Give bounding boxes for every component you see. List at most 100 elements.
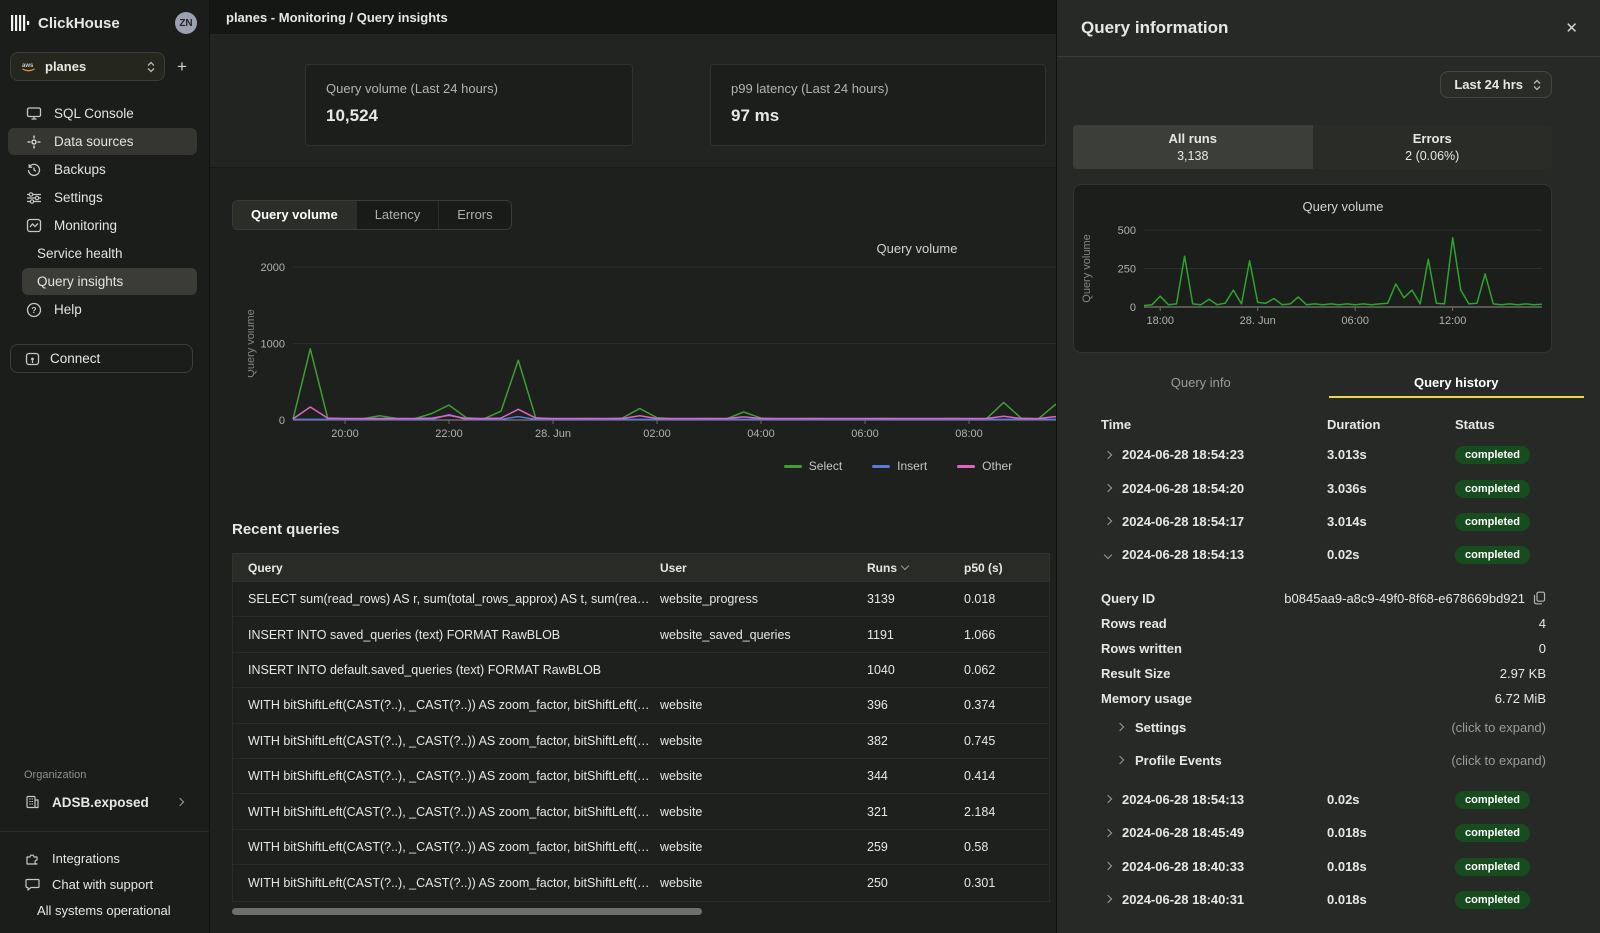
sidebar-item-monitoring[interactable]: Monitoring <box>8 212 197 239</box>
sidebar-item-label: Backups <box>54 162 106 177</box>
column-header-user[interactable]: User <box>660 561 867 575</box>
x-tick-label: 06:00 <box>851 428 879 440</box>
history-row[interactable]: 2024-06-28 18:40:330.018scompleted <box>1073 849 1584 882</box>
table-cell: 259 <box>867 840 964 854</box>
tab-query-info[interactable]: Query info <box>1073 371 1329 398</box>
sidebar-item-backups[interactable]: Backups <box>8 156 197 183</box>
sidebar-item-system-status[interactable]: All systems operational <box>0 897 209 923</box>
panel-chart-svg[interactable]: Query volumeQuery volume025050018:0028. … <box>1074 185 1552 335</box>
table-row[interactable]: INSERT INTO saved_queries (text) FORMAT … <box>233 617 1049 652</box>
stat-value: 97 ms <box>731 106 1025 126</box>
chevron-right-icon[interactable] <box>1104 862 1112 870</box>
column-header-duration: Duration <box>1327 417 1455 432</box>
expandable-label: Settings <box>1135 720 1186 735</box>
column-header-p50[interactable]: p50 (s) <box>964 561 1049 575</box>
sidebar-item-chat-support[interactable]: Chat with support <box>0 871 209 897</box>
legend-item-other[interactable]: Other <box>957 459 1012 473</box>
table-row[interactable]: WITH bitShiftLeft(CAST(?..), _CAST(?..))… <box>233 688 1049 723</box>
horizontal-scrollbar[interactable] <box>232 908 702 915</box>
sidebar-item-settings[interactable]: Settings <box>8 184 197 211</box>
tab-query-history[interactable]: Query history <box>1329 371 1585 398</box>
chevron-right-icon[interactable] <box>1104 484 1112 492</box>
y-tick-label: 0 <box>1130 302 1136 314</box>
status-badge: completed <box>1455 446 1530 464</box>
service-row: aws planes + <box>10 52 199 81</box>
brand-row: ClickHouse ZN <box>0 8 209 40</box>
recent-queries-table: Query User Runs p50 (s) SELECT sum(read_… <box>232 553 1050 902</box>
sidebar-item-integrations[interactable]: Integrations <box>0 845 209 871</box>
table-row[interactable]: WITH bitShiftLeft(CAST(?..), _CAST(?..))… <box>233 794 1049 829</box>
runs-errors-segmented-control: All runs 3,138 Errors 2 (0.06%) <box>1073 125 1552 169</box>
table-row[interactable]: INSERT INTO default.saved_queries (text)… <box>233 653 1049 688</box>
sidebar-item-label: Help <box>54 302 82 317</box>
history-row[interactable]: 2024-06-28 18:54:203.036scompleted <box>1073 471 1584 504</box>
sidebar-item-help[interactable]: ? Help <box>8 296 197 323</box>
time-range-dropdown[interactable]: Last 24 hrs <box>1440 71 1552 98</box>
x-tick-label: 08:00 <box>955 428 983 440</box>
table-cell: website <box>660 876 867 890</box>
legend-item-insert[interactable]: Insert <box>872 459 927 473</box>
history-row[interactable]: 2024-06-28 18:40:310.018scompleted <box>1073 883 1584 916</box>
chevron-right-icon[interactable] <box>1104 517 1112 525</box>
tab-query-volume[interactable]: Query volume <box>233 201 357 229</box>
detail-row: Rows read4 <box>1073 611 1584 636</box>
organization-selector[interactable]: ADSB.exposed <box>8 788 201 816</box>
table-row[interactable]: WITH bitShiftLeft(CAST(?..), _CAST(?..))… <box>233 830 1049 865</box>
chart-tabs: Query volume Latency Errors <box>232 200 512 230</box>
history-row[interactable]: 2024-06-28 18:54:233.013scompleted <box>1073 438 1584 471</box>
sidebar-item-label: SQL Console <box>54 106 134 121</box>
table-cell: 0.58 <box>964 840 1049 854</box>
history-status-cell: completed <box>1455 857 1530 876</box>
sidebar-item-label: Service health <box>37 246 123 261</box>
table-cell: website <box>660 734 867 748</box>
avatar[interactable]: ZN <box>175 12 197 34</box>
chevron-right-icon <box>1116 756 1124 764</box>
close-icon[interactable]: ✕ <box>1565 19 1578 37</box>
table-row[interactable]: WITH bitShiftLeft(CAST(?..), _CAST(?..))… <box>233 724 1049 759</box>
history-status-cell: completed <box>1455 445 1530 464</box>
connect-button[interactable]: Connect <box>10 344 193 373</box>
data-sources-icon <box>25 134 42 150</box>
sidebar-item-label: Data sources <box>54 134 134 149</box>
segment-errors[interactable]: Errors 2 (0.06%) <box>1313 125 1553 169</box>
organization-icon <box>25 795 40 809</box>
expandable-section-settings[interactable]: Settings(click to expand) <box>1073 711 1584 744</box>
detail-value: 6.72 MiB <box>1495 691 1546 706</box>
legend-item-select[interactable]: Select <box>784 459 842 473</box>
sidebar-item-data-sources[interactable]: Data sources <box>8 128 197 155</box>
sidebar-item-service-health[interactable]: Service health <box>8 240 197 267</box>
expandable-section-profile-events[interactable]: Profile Events(click to expand) <box>1073 744 1584 777</box>
column-header-query[interactable]: Query <box>233 561 660 575</box>
series-query volume <box>1144 238 1542 306</box>
history-row[interactable]: 2024-06-28 18:54:173.014scompleted <box>1073 505 1584 538</box>
table-cell: 1.066 <box>964 628 1049 642</box>
tab-latency[interactable]: Latency <box>357 201 440 229</box>
add-service-button[interactable]: + <box>165 57 199 77</box>
chevron-right-icon[interactable] <box>1104 450 1112 458</box>
column-header-runs[interactable]: Runs <box>867 561 964 575</box>
query-volume-chart-svg[interactable]: Query volumeQuery volume01000200020:0022… <box>248 237 1056 443</box>
table-row[interactable]: SELECT sum(read_rows) AS r, sum(total_ro… <box>233 582 1049 617</box>
service-selector[interactable]: aws planes <box>10 52 165 81</box>
detail-value: 0 <box>1539 641 1546 656</box>
history-row[interactable]: 2024-06-28 18:54:130.02scompleted <box>1073 783 1584 816</box>
history-row[interactable]: 2024-06-28 18:54:130.02scompleted <box>1073 538 1584 571</box>
chevron-right-icon[interactable] <box>1104 828 1112 836</box>
sidebar-item-sql-console[interactable]: SQL Console <box>8 100 197 127</box>
history-status-cell: completed <box>1455 512 1530 531</box>
history-time-cell: 2024-06-28 18:40:31 <box>1105 892 1327 907</box>
sidebar-item-query-insights[interactable]: Query insights <box>22 268 197 295</box>
copy-icon[interactable] <box>1533 591 1546 605</box>
column-header-time: Time <box>1101 417 1327 432</box>
table-row[interactable]: WITH bitShiftLeft(CAST(?..), _CAST(?..))… <box>233 759 1049 794</box>
table-cell: website <box>660 769 867 783</box>
table-row[interactable]: WITH bitShiftLeft(CAST(?..), _CAST(?..))… <box>233 865 1049 900</box>
history-row[interactable]: 2024-06-28 18:45:490.018scompleted <box>1073 816 1584 849</box>
detail-row: Memory usage6.72 MiB <box>1073 686 1584 711</box>
chevron-right-icon[interactable] <box>1104 895 1112 903</box>
chevron-down-icon[interactable] <box>1104 551 1112 559</box>
table-cell: WITH bitShiftLeft(CAST(?..), _CAST(?..))… <box>233 805 660 819</box>
chevron-right-icon[interactable] <box>1104 795 1112 803</box>
tab-errors[interactable]: Errors <box>439 201 510 229</box>
segment-all-runs[interactable]: All runs 3,138 <box>1073 125 1313 169</box>
